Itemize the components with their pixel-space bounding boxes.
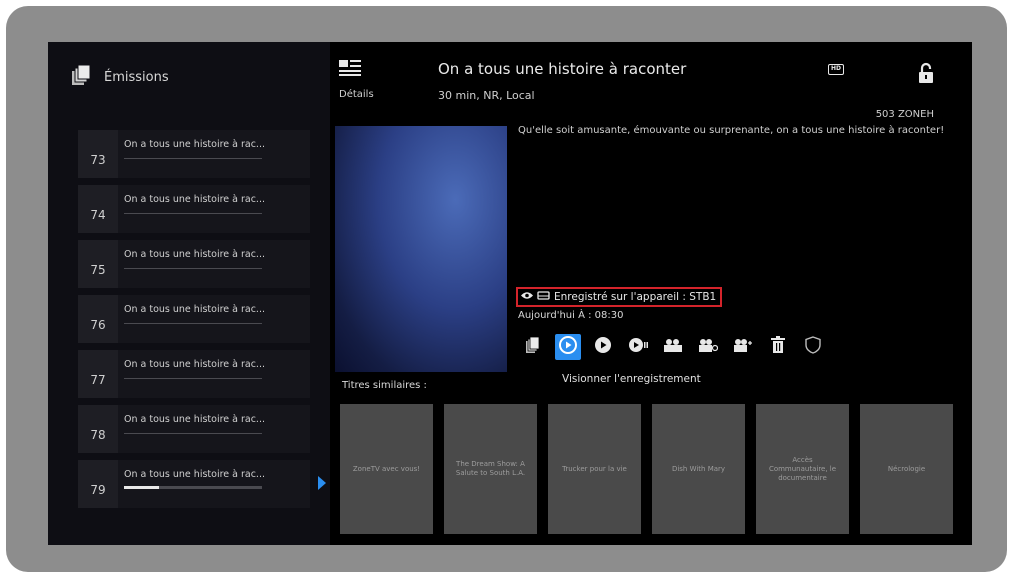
details-button[interactable]: Détails [339, 60, 379, 100]
device-icon [537, 291, 550, 303]
focused-action-label: Visionner l'enregistrement [562, 373, 701, 385]
similar-title-card[interactable]: Nécrologie [860, 404, 953, 534]
episode-title: On a tous une histoire à rac... [124, 414, 265, 425]
episode-number: 79 [78, 460, 118, 508]
episode-divider [124, 268, 262, 269]
watch-recording-button[interactable] [555, 334, 581, 360]
record-settings-button[interactable] [730, 334, 756, 360]
similar-title-card[interactable]: Dish With Mary [652, 404, 745, 534]
program-meta: 30 min, NR, Local [438, 89, 535, 102]
protect-button[interactable] [800, 334, 826, 360]
protect-icon [805, 336, 821, 358]
episode-title: On a tous une histoire à rac... [124, 194, 265, 205]
sidebar-title: Émissions [104, 69, 169, 85]
similar-title-card[interactable]: Trucker pour la vie [548, 404, 641, 534]
episode-item[interactable]: 75 On a tous une histoire à rac... [78, 240, 310, 288]
program-thumbnail [335, 126, 507, 372]
episode-title: On a tous une histoire à rac... [124, 139, 265, 150]
episode-number: 73 [78, 130, 118, 178]
delete-icon [771, 336, 785, 358]
details-label: Détails [339, 89, 374, 100]
episode-number: 77 [78, 350, 118, 398]
details-icon [339, 60, 361, 80]
program-description: Qu'elle soit amusante, émouvante ou surp… [518, 125, 945, 136]
recording-location: Enregistré sur l'appareil : STB1 [516, 287, 722, 307]
recorded-on-text: Enregistré sur l'appareil : STB1 [554, 291, 717, 303]
episode-divider [124, 433, 262, 434]
episode-progress-bar [124, 486, 262, 489]
hd-badge: HD [828, 64, 844, 75]
episode-divider [124, 158, 262, 159]
similar-titles-row: ZoneTV avec vous! The Dream Show: A Salu… [340, 404, 953, 534]
episode-progress-fill [124, 486, 159, 489]
episodes-button[interactable] [520, 334, 546, 360]
selection-arrow-icon [318, 476, 326, 490]
similar-title-card[interactable]: Accès Communautaire, le documentaire [756, 404, 849, 534]
episode-item[interactable]: 77 On a tous une histoire à rac... [78, 350, 310, 398]
episode-number: 75 [78, 240, 118, 288]
record-series-icon [698, 337, 719, 357]
episode-number: 78 [78, 405, 118, 453]
record-series-button[interactable] [695, 334, 721, 360]
episodes-sidebar: Émissions 73 On a tous une histoire à ra… [48, 42, 330, 545]
record-icon [663, 337, 683, 357]
program-title: On a tous une histoire à raconter [438, 60, 687, 78]
resume-icon [628, 336, 648, 358]
lock-icon[interactable] [918, 62, 934, 88]
similar-title-card[interactable]: The Dream Show: A Salute to South L.A. [444, 404, 537, 534]
action-bar [520, 334, 826, 360]
play-icon [594, 336, 612, 358]
episode-number: 76 [78, 295, 118, 343]
record-button[interactable] [660, 334, 686, 360]
episode-item[interactable]: 78 On a tous une histoire à rac... [78, 405, 310, 453]
program-details-pane: Détails On a tous une histoire à raconte… [330, 42, 972, 545]
episode-item[interactable]: 76 On a tous une histoire à rac... [78, 295, 310, 343]
resume-button[interactable] [625, 334, 651, 360]
episodes-icon [525, 336, 541, 358]
episode-title: On a tous une histoire à rac... [124, 359, 265, 370]
episode-divider [124, 378, 262, 379]
episode-item[interactable]: 74 On a tous une histoire à rac... [78, 185, 310, 233]
episode-title: On a tous une histoire à rac... [124, 304, 265, 315]
episode-number: 74 [78, 185, 118, 233]
episode-item-selected[interactable]: 79 On a tous une histoire à rac... [78, 460, 326, 508]
similar-title-card[interactable]: ZoneTV avec vous! [340, 404, 433, 534]
episode-item[interactable]: 73 On a tous une histoire à rac... [78, 130, 310, 178]
episode-title: On a tous une histoire à rac... [124, 249, 265, 260]
episode-title: On a tous une histoire à rac... [124, 469, 265, 480]
sidebar-header: Émissions [70, 64, 169, 90]
similar-titles-label: Titres similaires : [342, 380, 427, 391]
eye-icon [521, 291, 533, 303]
channel-label: 503 ZONEH [875, 109, 934, 120]
delete-button[interactable] [765, 334, 791, 360]
episode-list: 73 On a tous une histoire à rac... 74 On… [78, 130, 326, 515]
record-settings-icon [733, 337, 753, 357]
episode-divider [124, 213, 262, 214]
episodes-stack-icon [70, 64, 92, 90]
episode-divider [124, 323, 262, 324]
tv-screen: Émissions 73 On a tous une histoire à ra… [48, 42, 972, 545]
play-button[interactable] [590, 334, 616, 360]
schedule-text: Aujourd'hui À : 08:30 [518, 310, 624, 321]
play-recording-icon [559, 336, 577, 358]
